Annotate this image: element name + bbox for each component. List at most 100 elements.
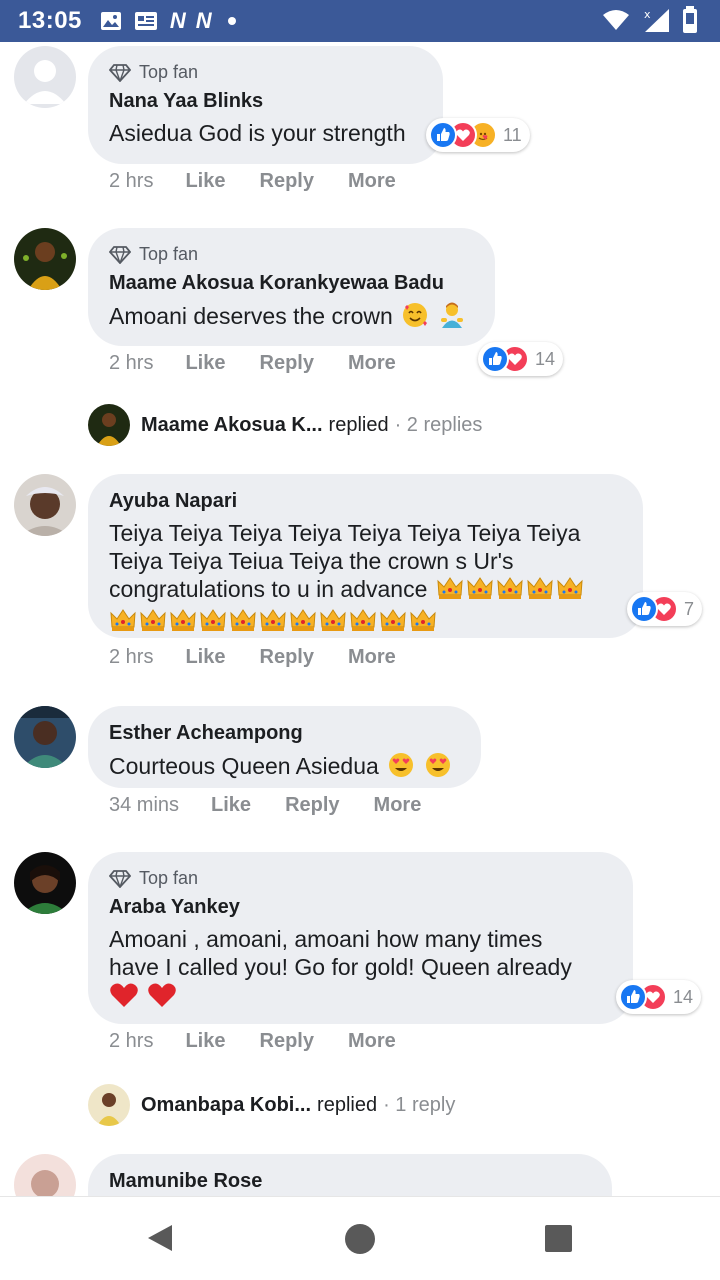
like-button[interactable]: Like [185, 1030, 225, 1053]
reaction-summary[interactable]: 7 [627, 592, 703, 626]
reply-action: replied [317, 1093, 378, 1116]
crown-emoji [436, 575, 464, 607]
top-fan-label: Top fan [139, 868, 199, 888]
reply-author[interactable]: Omanbapa Kobi... [141, 1094, 311, 1117]
crown-emoji [109, 607, 137, 639]
status-right-icons: x [602, 6, 698, 39]
like-reaction-icon [481, 345, 509, 373]
comment-author[interactable]: Esther Acheampong [109, 722, 461, 745]
signal-icon: x [642, 7, 670, 38]
avatar[interactable] [14, 228, 76, 290]
view-replies-link[interactable]: Maame Akosua K... replied · 2 replies [88, 404, 482, 446]
comments-list: Top fan Nana Yaa Blinks Asiedua God is y… [0, 42, 720, 1196]
reply-avatar [88, 1084, 130, 1126]
comment-actions: 2 hrs Like Reply More [109, 646, 430, 669]
comment-text: Amoani deserves the crown [109, 301, 475, 335]
reaction-count: 7 [684, 598, 695, 619]
comment-author[interactable]: Maame Akosua Korankyewaa Badu [109, 272, 475, 295]
view-replies-link[interactable]: Omanbapa Kobi... replied · 1 reply [88, 1084, 455, 1126]
comment-text: Courteous Queen Asiedua [109, 751, 461, 785]
n-icon: N [169, 8, 186, 33]
crown-emoji [466, 575, 494, 607]
comment-author[interactable]: Mamunibe Rose [109, 1170, 592, 1193]
crown-emoji [526, 575, 554, 607]
reply-button[interactable]: Reply [260, 646, 314, 669]
comment-time[interactable]: 2 hrs [109, 1030, 153, 1053]
comment-bubble[interactable]: Top fan Araba Yankey Amoani , amoani, am… [88, 852, 633, 1024]
crown-emoji [556, 575, 584, 607]
wifi-icon [602, 8, 630, 37]
reply-button[interactable]: Reply [260, 1030, 314, 1053]
heart-eyes-emoji [424, 751, 452, 785]
image-icon [100, 11, 122, 31]
more-button[interactable]: More [348, 646, 396, 669]
reaction-count: 11 [503, 124, 522, 145]
reply-button[interactable]: Reply [285, 794, 339, 817]
comment-text-line: congratulations to u in advance [109, 575, 623, 607]
like-button[interactable]: Like [185, 170, 225, 193]
like-reaction-icon [630, 595, 658, 623]
comment-text: Amoani , amoani, amoani how many times h… [109, 925, 613, 1015]
like-button[interactable]: Like [185, 646, 225, 669]
system-navigation-bar [0, 1196, 720, 1280]
comment-text-line: Teiya Teiya Teiua Teiya the crown s Ur's [109, 548, 514, 574]
crown-emoji [139, 607, 167, 639]
comment-bubble[interactable]: Top fan Nana Yaa Blinks Asiedua God is y… [88, 46, 443, 164]
dot-icon [227, 17, 236, 25]
more-button[interactable]: More [374, 794, 422, 817]
comment-author[interactable]: Nana Yaa Blinks [109, 90, 423, 113]
reply-author[interactable]: Maame Akosua K... [141, 414, 323, 437]
like-button[interactable]: Like [185, 352, 225, 375]
comment-author[interactable]: Araba Yankey [109, 896, 613, 919]
crown-emoji [349, 607, 377, 639]
diamond-icon [109, 869, 131, 888]
comment-time[interactable]: 2 hrs [109, 646, 153, 669]
comment-actions: 2 hrs Like Reply More [109, 1030, 430, 1053]
reaction-summary[interactable]: 11 [426, 118, 530, 152]
comment-bubble[interactable]: Esther Acheampong Courteous Queen Asiedu… [88, 706, 481, 788]
like-reaction-icon [619, 983, 647, 1011]
more-button[interactable]: More [348, 170, 396, 193]
comment-author[interactable]: Ayuba Napari [109, 490, 623, 513]
reaction-summary[interactable]: 14 [616, 980, 702, 1014]
reaction-summary[interactable]: 14 [478, 342, 564, 376]
crown-emoji [496, 575, 524, 607]
comment-text-line: Amoani , amoani, amoani how many times [109, 926, 543, 952]
avatar[interactable] [14, 46, 76, 108]
comment-bubble[interactable]: Mamunibe Rose [88, 1154, 612, 1196]
crown-emoji [259, 607, 287, 639]
comment-text: Asiedua God is your strength [109, 120, 406, 146]
avatar[interactable] [14, 852, 76, 914]
reply-button[interactable]: Reply [260, 170, 314, 193]
comment-text-content: Amoani deserves the crown [109, 303, 393, 330]
reply-count: · 1 reply [383, 1093, 456, 1116]
red-heart-emoji [109, 981, 139, 1015]
crown-emoji [169, 607, 197, 639]
avatar[interactable] [14, 706, 76, 768]
reply-button[interactable]: Reply [260, 352, 314, 375]
reaction-count: 14 [535, 348, 556, 369]
svg-text:x: x [644, 8, 651, 21]
battery-icon [682, 6, 698, 39]
recents-icon[interactable] [545, 1225, 572, 1257]
more-button[interactable]: More [348, 1030, 396, 1053]
avatar[interactable] [14, 1154, 76, 1196]
comment-time[interactable]: 34 mins [109, 794, 179, 817]
comment-time[interactable]: 2 hrs [109, 352, 153, 375]
comment-actions: 2 hrs Like Reply More [109, 170, 430, 193]
reply-avatar [88, 404, 130, 446]
back-icon[interactable] [146, 1223, 174, 1258]
crown-emoji-row [109, 607, 623, 639]
red-heart-emoji [147, 981, 177, 1015]
avatar[interactable] [14, 474, 76, 536]
top-fan-badge: Top fan [109, 62, 423, 83]
like-button[interactable]: Like [211, 794, 251, 817]
comment-bubble[interactable]: Ayuba Napari Teiya Teiya Teiya Teiya Tei… [88, 474, 643, 638]
more-button[interactable]: More [348, 352, 396, 375]
person-gesturing-emoji [438, 301, 466, 335]
comment-bubble[interactable]: Top fan Maame Akosua Korankyewaa Badu Am… [88, 228, 495, 346]
comment-time[interactable]: 2 hrs [109, 170, 153, 193]
heart-eyes-emoji [387, 751, 415, 785]
home-icon[interactable] [344, 1223, 376, 1260]
reaction-count: 14 [673, 986, 694, 1007]
